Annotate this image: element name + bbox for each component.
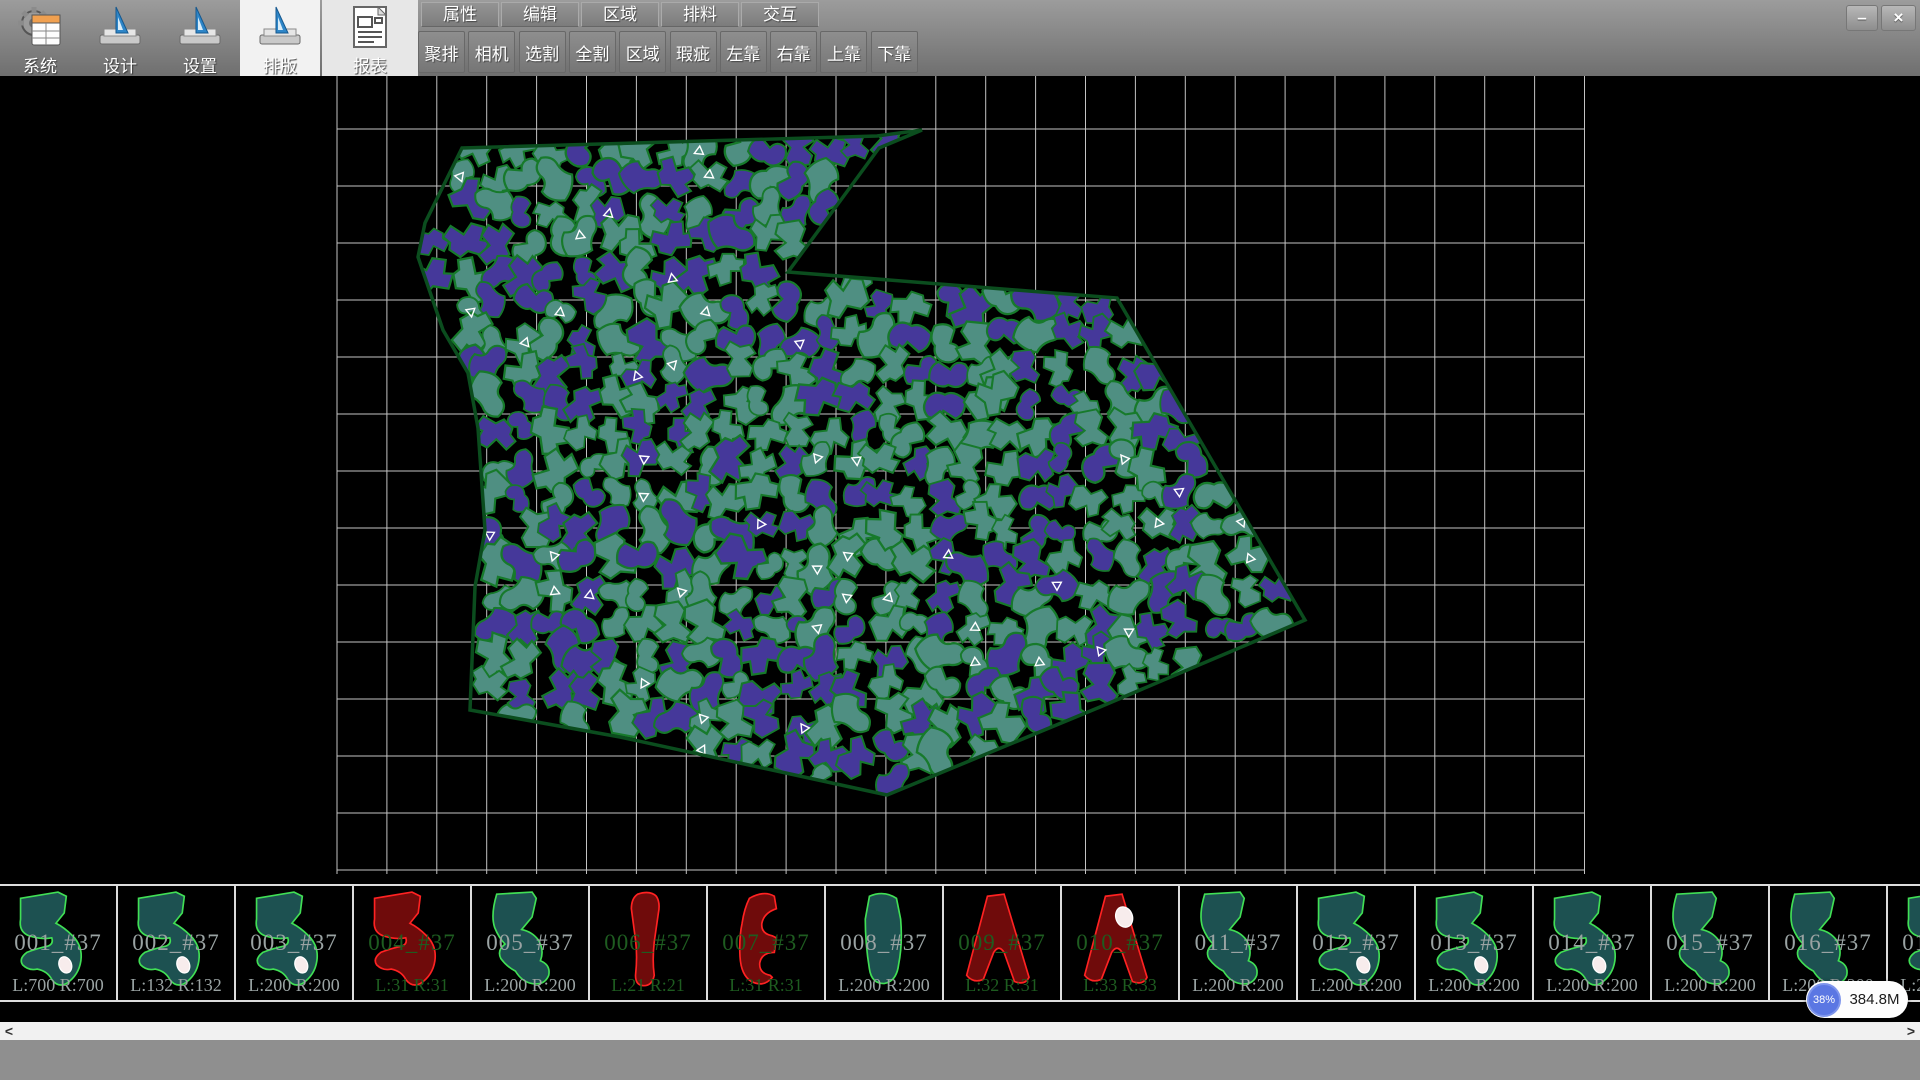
menu-tab-edit[interactable]: 编辑 [501,2,579,27]
main-button-label: 排版 [263,52,297,77]
tool-align-bottom-button[interactable]: 下靠 [871,31,918,73]
thumbnail-piece-cell[interactable]: 002_#37 L:132 R:132 [118,886,236,1000]
piece-id-label: 016_#37 [1770,930,1886,956]
piece-lr-counts: L:200 R:200 [1180,975,1296,996]
horizontal-scrollbar[interactable]: < > [0,1022,1920,1040]
report-button[interactable]: 报表 [322,0,418,76]
thumbnail-piece-cell[interactable]: 015_#37 L:200 R:200 [1652,886,1770,1000]
thumbnail-piece-cell[interactable]: 006_#37 L:21 R:21 [590,886,708,1000]
thumbnail-piece-cell[interactable]: 012_#37 L:200 R:200 [1298,886,1416,1000]
layout-button[interactable]: 排版 [240,0,320,76]
thumbnail-piece-cell[interactable]: 008_#37 L:200 R:200 [826,886,944,1000]
tool-region-button[interactable]: 区域 [619,31,666,73]
piece-lr-counts: L:200 R:200 [1416,975,1532,996]
system-gear-icon [14,3,66,51]
piece-id-label: 012_#37 [1298,930,1414,956]
system-button[interactable]: 系统 [0,0,80,76]
thumbnail-piece-cell[interactable]: 003_#37 L:200 R:200 [236,886,354,1000]
main-button-label: 设计 [103,52,137,77]
piece-lr-counts: L:700 R:700 [0,975,116,996]
piece-lr-counts: L:132 R:132 [118,975,234,996]
status-bar [0,1040,1920,1080]
minimize-button[interactable]: – [1846,5,1878,31]
piece-id-label: 015_#37 [1652,930,1768,956]
piece-lr-counts: L:31 R:31 [708,975,824,996]
piece-id-label: 001_#37 [0,930,116,956]
tool-align-left-button[interactable]: 左靠 [720,31,767,73]
piece-id-label: 011_#37 [1180,930,1296,956]
scroll-right-icon[interactable]: > [1902,1022,1920,1040]
piece-thumbnail-strip: 001_#37 L:700 R:700002_#37 L:132 R:132003_… [0,884,1920,1002]
nesting-canvas[interactable] [0,76,1920,884]
design-ruler-icon [94,3,146,51]
menu-tab-properties[interactable]: 属性 [421,2,499,27]
piece-lr-counts: L:200 R:200 [826,975,942,996]
thumbnail-piece-cell[interactable]: 001_#37 L:700 R:700 [0,886,118,1000]
tool-defect-button[interactable]: 瑕疵 [670,31,717,73]
thumbnail-piece-cell[interactable]: 014_#37 L:200 R:200 [1534,886,1652,1000]
report-doc-icon [344,3,396,51]
thumbnail-piece-cell[interactable]: 007_#37 L:31 R:31 [708,886,826,1000]
tool-cluster-nest-button[interactable]: 聚排 [418,31,465,73]
tool-select-cut-button[interactable]: 选割 [519,31,566,73]
piece-id-label: 006_#37 [590,930,706,956]
scroll-left-icon[interactable]: < [0,1022,18,1040]
settings-ruler-icon [174,3,226,51]
thumbnail-piece-cell[interactable]: 004_#37 L:31 R:31 [354,886,472,1000]
menu-tab-region[interactable]: 区域 [581,2,659,27]
piece-id-label: 013_#37 [1416,930,1532,956]
piece-lr-counts: L:200 R:200 [236,975,352,996]
piece-lr-counts: L:31 R:31 [354,975,470,996]
piece-lr-counts: L:21 R:21 [590,975,706,996]
piece-id-label: 009_#37 [944,930,1060,956]
piece-lr-counts: L:200 R:200 [1298,975,1414,996]
piece-id-label: 014_#37 [1534,930,1650,956]
main-button-label: 报表 [353,52,387,77]
thumbnail-piece-cell[interactable]: 010_#37 L:33 R:33 [1062,886,1180,1000]
memory-usage-value: 384.8M [1841,991,1908,1008]
piece-lr-counts: L:33 R:33 [1062,975,1178,996]
main-button-label: 系统 [23,52,57,77]
layout-ruler-icon [254,3,306,51]
status-badge: 38% 384.8M [1806,981,1908,1018]
top-toolbar: 系统设计设置排版报表 属性编辑区域排料交互 聚排相机选割全割区域瑕疵左靠右靠上靠… [0,0,1920,77]
tool-cut-all-button[interactable]: 全割 [569,31,616,73]
piece-lr-counts: L:32 R:31 [944,975,1060,996]
piece-lr-counts: L:200 R:200 [1652,975,1768,996]
thumbnail-piece-cell[interactable]: 005_#37 L:200 R:200 [472,886,590,1000]
design-button[interactable]: 设计 [80,0,160,76]
piece-id-label: 005_#37 [472,930,588,956]
menu-tab-nesting[interactable]: 排料 [661,2,739,27]
piece-id-label: 007_#37 [708,930,824,956]
piece-id-label: 010_#37 [1062,930,1178,956]
close-button[interactable]: × [1881,5,1916,31]
tool-align-right-button[interactable]: 右靠 [770,31,817,73]
piece-id-label: 003_#37 [236,930,352,956]
piece-lr-counts: L:200 R:200 [472,975,588,996]
thumbnail-piece-cell[interactable]: 011_#37 L:200 R:200 [1180,886,1298,1000]
piece-id-label: 002_#37 [118,930,234,956]
settings-button[interactable]: 设置 [160,0,240,76]
tool-camera-button[interactable]: 相机 [468,31,515,73]
piece-id-label: 017_#37 [1888,930,1920,956]
thumbnail-piece-cell[interactable]: 013_#37 L:200 R:200 [1416,886,1534,1000]
tool-align-top-button[interactable]: 上靠 [820,31,867,73]
piece-id-label: 004_#37 [354,930,470,956]
main-button-label: 设置 [183,52,217,77]
piece-id-label: 008_#37 [826,930,942,956]
menu-tab-interact[interactable]: 交互 [741,2,819,27]
piece-lr-counts: L:200 R:200 [1534,975,1650,996]
thumbnail-piece-cell[interactable]: 009_#37 L:32 R:31 [944,886,1062,1000]
progress-percent-circle: 38% [1807,983,1841,1017]
nested-pieces [403,108,1300,800]
